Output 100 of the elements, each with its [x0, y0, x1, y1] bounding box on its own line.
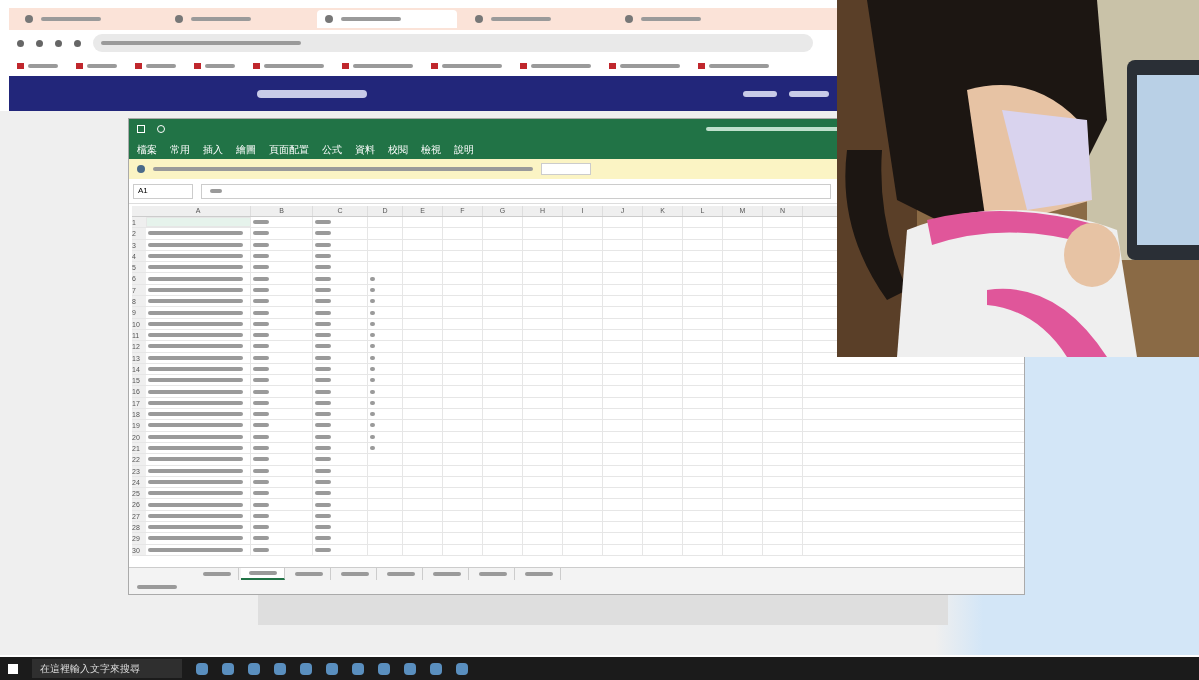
ribbon-tab[interactable]: 校閱	[388, 141, 408, 157]
app-icon[interactable]	[248, 662, 260, 675]
illegible-text	[253, 355, 269, 360]
illegible-text	[315, 254, 331, 259]
page-icon	[325, 15, 333, 23]
ribbon-tab[interactable]: 插入	[203, 141, 223, 157]
illegible-text	[253, 344, 269, 349]
illegible-text	[41, 17, 101, 21]
illegible-text	[315, 502, 331, 507]
name-box[interactable]: A1	[133, 183, 193, 199]
info-icon	[137, 165, 145, 173]
bookmark[interactable]	[76, 63, 117, 69]
app-icon[interactable]	[326, 662, 338, 675]
illegible-text	[370, 299, 375, 304]
illegible-text	[315, 446, 331, 451]
bookmark[interactable]	[520, 63, 591, 69]
bookmark[interactable]	[431, 63, 502, 69]
ribbon-tab[interactable]: 檔案	[137, 141, 157, 157]
nav-link[interactable]	[789, 90, 829, 97]
ribbon-tab[interactable]: 資料	[355, 141, 375, 157]
illegible-text	[341, 17, 401, 21]
app-icon[interactable]	[222, 662, 234, 675]
illegible-text	[315, 344, 331, 349]
page-icon	[475, 15, 483, 23]
illegible-text	[253, 310, 269, 315]
illegible-text	[353, 64, 413, 68]
app-icon[interactable]	[404, 662, 416, 675]
nav-icon[interactable]	[74, 39, 81, 47]
ribbon-tab[interactable]: 常用	[170, 141, 190, 157]
illegible-text	[315, 299, 331, 304]
nav-icon[interactable]	[36, 39, 43, 47]
illegible-text	[202, 572, 231, 576]
nav-icon[interactable]	[17, 39, 24, 47]
illegible-text	[315, 265, 331, 270]
windows-icon[interactable]	[8, 663, 18, 674]
illegible-text	[370, 446, 375, 451]
illegible-text	[253, 265, 269, 270]
illegible-text	[315, 412, 331, 417]
illegible-text	[386, 572, 415, 576]
illegible-text	[253, 400, 269, 405]
illegible-text	[253, 389, 269, 394]
sheet-tab[interactable]	[241, 568, 285, 580]
ribbon-tab[interactable]: 檢視	[421, 141, 441, 157]
illegible-text	[370, 367, 375, 371]
illegible-text	[442, 64, 502, 68]
selected-cell[interactable]	[146, 217, 251, 228]
illegible-text	[491, 17, 551, 21]
illegible-text	[315, 423, 331, 428]
ribbon-tab[interactable]: 繪圖	[236, 141, 256, 157]
illegible-text	[294, 572, 323, 576]
illegible-text	[315, 333, 331, 338]
illegible-text	[28, 64, 58, 68]
illegible-text	[253, 457, 269, 462]
browser-tab[interactable]	[317, 10, 457, 28]
bookmark[interactable]	[609, 63, 680, 69]
bookmark[interactable]	[17, 63, 58, 69]
illegible-text	[315, 457, 331, 462]
bookmark[interactable]	[194, 63, 235, 69]
illegible-text	[315, 468, 331, 473]
ribbon-tab[interactable]: 說明	[454, 141, 474, 157]
nav-icon[interactable]	[55, 39, 62, 47]
illegible-text	[315, 220, 331, 225]
illegible-text	[146, 64, 176, 68]
illegible-text	[524, 572, 553, 576]
bookmark[interactable]	[135, 63, 176, 69]
ribbon-tab[interactable]: 頁面配置	[269, 141, 309, 157]
bookmark[interactable]	[342, 63, 413, 69]
page-icon	[175, 15, 183, 23]
illegible-text	[315, 276, 331, 281]
page-icon	[25, 15, 33, 23]
app-icon[interactable]	[196, 662, 208, 675]
illegible-text	[370, 344, 375, 349]
illegible-text	[315, 231, 331, 236]
nav-link[interactable]	[743, 90, 777, 97]
bookmark[interactable]	[698, 63, 769, 69]
illegible-text	[370, 310, 375, 315]
illegible-text	[253, 434, 269, 439]
illegible-text	[315, 434, 331, 439]
illegible-text	[340, 572, 369, 576]
app-icon[interactable]	[456, 662, 468, 675]
taskbar-search[interactable]: 在這裡輸入文字來搜尋	[32, 659, 182, 678]
illegible-text	[253, 423, 269, 428]
illegible-text	[253, 378, 269, 383]
illegible-text	[87, 64, 117, 68]
illegible-text	[370, 412, 375, 417]
app-icon[interactable]	[378, 662, 390, 675]
ribbon-tab[interactable]: 公式	[322, 141, 342, 157]
illegible-text	[264, 64, 324, 68]
illegible-text	[253, 513, 269, 518]
app-icon[interactable]	[430, 662, 442, 675]
illegible-text	[370, 378, 375, 383]
illegible-text	[253, 299, 269, 304]
illegible-text	[370, 321, 375, 326]
app-icon[interactable]	[352, 662, 364, 675]
app-icon[interactable]	[300, 662, 312, 675]
app-icon[interactable]	[274, 662, 286, 675]
bookmark[interactable]	[253, 63, 324, 69]
illegible-text	[248, 571, 277, 575]
illegible-text	[253, 547, 269, 552]
illegible-text	[191, 17, 251, 21]
